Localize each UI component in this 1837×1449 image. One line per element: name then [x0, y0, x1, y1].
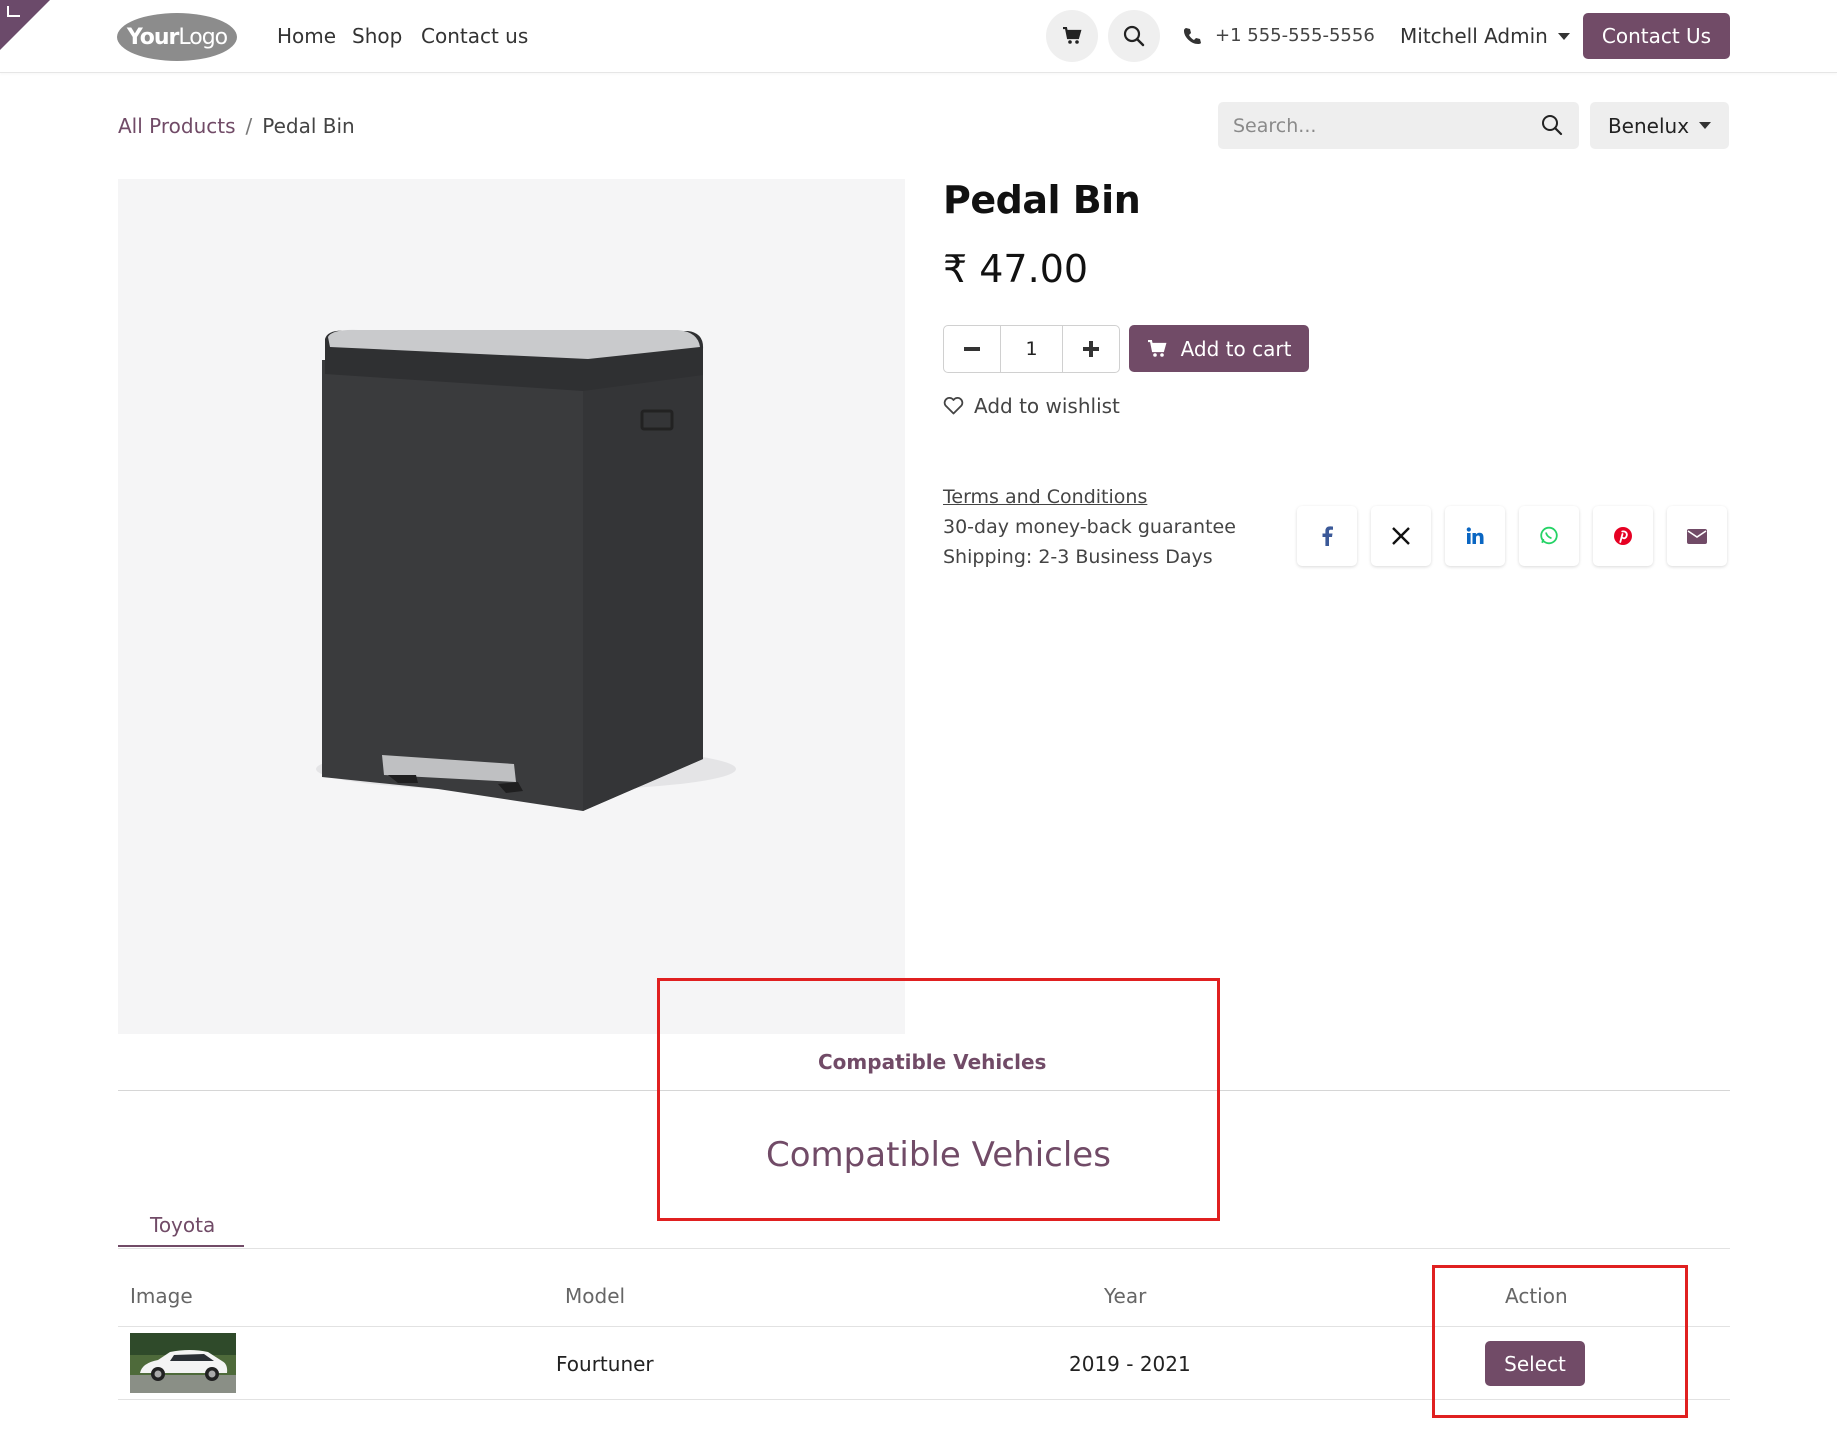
whatsapp-icon: [1540, 526, 1558, 545]
phone-link[interactable]: +1 555-555-5556: [1183, 25, 1375, 46]
pinterest-icon: [1614, 527, 1632, 545]
product-price: ₹ 47.00: [943, 247, 1089, 291]
x-icon: [1392, 527, 1410, 545]
pedal-bin-illustration: [316, 329, 736, 811]
breadcrumb-separator: /: [245, 114, 253, 138]
breadcrumb-all-products[interactable]: All Products: [118, 114, 236, 138]
contact-us-button[interactable]: Contact Us: [1583, 13, 1730, 59]
corner-icon: [7, 6, 20, 17]
product-image: [118, 179, 905, 1034]
column-header-year: Year: [1104, 1284, 1147, 1308]
vehicle-model: Fourtuner: [556, 1352, 654, 1376]
cart-icon: [1063, 27, 1082, 44]
phone-number: +1 555-555-5556: [1215, 25, 1375, 46]
guarantee-text: 30-day money-back guarantee: [943, 516, 1236, 538]
share-x-button[interactable]: [1371, 506, 1431, 566]
pricelist-dropdown[interactable]: Benelux: [1590, 102, 1729, 149]
pricelist-label: Benelux: [1607, 113, 1690, 138]
vehicle-image: [130, 1333, 236, 1393]
column-header-image: Image: [130, 1284, 193, 1308]
site-header: Your Logo Home Shop Contact us +1 555-555…: [0, 0, 1837, 73]
user-menu[interactable]: Mitchell Admin: [1400, 24, 1570, 48]
logo-text-bold: Your: [126, 24, 180, 50]
column-header-model: Model: [565, 1284, 626, 1308]
search-icon[interactable]: [1541, 114, 1563, 140]
share-email-button[interactable]: [1667, 506, 1727, 566]
share-pinterest-button[interactable]: [1593, 506, 1653, 566]
highlight-box: [1432, 1265, 1688, 1418]
highlight-box: [657, 978, 1220, 1221]
product-title: Pedal Bin: [943, 178, 1141, 222]
brand-tabs-divider: [118, 1248, 1730, 1249]
cart-button[interactable]: [1046, 10, 1098, 62]
plus-icon: [1083, 341, 1099, 357]
nav-shop[interactable]: Shop: [352, 24, 402, 48]
wishlist-label: Add to wishlist: [974, 394, 1120, 418]
share-whatsapp-button[interactable]: [1519, 506, 1579, 566]
product-search-input[interactable]: Search...: [1218, 102, 1579, 149]
header-search-button[interactable]: [1108, 10, 1160, 62]
site-logo[interactable]: Your Logo: [117, 13, 237, 61]
cart-icon: [1147, 339, 1167, 357]
facebook-icon: [1322, 526, 1333, 546]
terms-link[interactable]: Terms and Conditions: [943, 482, 1236, 512]
add-to-cart-label: Add to cart: [1180, 336, 1292, 361]
breadcrumb: All Products / Pedal Bin: [118, 114, 355, 138]
quantity-input[interactable]: 1: [1000, 326, 1063, 372]
phone-icon: [1184, 27, 1201, 44]
quantity-increase-button[interactable]: [1063, 326, 1119, 372]
logo-text-light: Logo: [178, 24, 228, 50]
nav-home[interactable]: Home: [277, 24, 336, 48]
heart-icon: [943, 397, 964, 415]
email-icon: [1687, 528, 1707, 544]
linkedin-icon: [1466, 527, 1484, 544]
brand-tab-toyota[interactable]: Toyota: [150, 1213, 215, 1237]
share-facebook-button[interactable]: [1297, 506, 1357, 566]
quantity-stepper[interactable]: 1: [943, 325, 1120, 373]
user-name: Mitchell Admin: [1400, 24, 1548, 48]
vehicle-year: 2019 - 2021: [1069, 1352, 1191, 1376]
add-to-cart-button[interactable]: Add to cart: [1129, 325, 1309, 372]
shipping-text: Shipping: 2-3 Business Days: [943, 546, 1213, 568]
caret-down-icon: [1699, 122, 1712, 129]
nav-contact-us[interactable]: Contact us: [421, 24, 528, 48]
add-to-wishlist-link[interactable]: Add to wishlist: [943, 394, 1120, 418]
minus-icon: [964, 347, 980, 351]
share-linkedin-button[interactable]: [1445, 506, 1505, 566]
brand-tab-underline: [118, 1245, 244, 1247]
search-placeholder: Search...: [1233, 115, 1317, 137]
quantity-decrease-button[interactable]: [944, 326, 1000, 372]
caret-down-icon: [1557, 32, 1570, 40]
terms-block: Terms and Conditions 30-day money-back g…: [943, 482, 1236, 572]
search-icon: [1123, 25, 1145, 47]
breadcrumb-current: Pedal Bin: [262, 114, 355, 138]
